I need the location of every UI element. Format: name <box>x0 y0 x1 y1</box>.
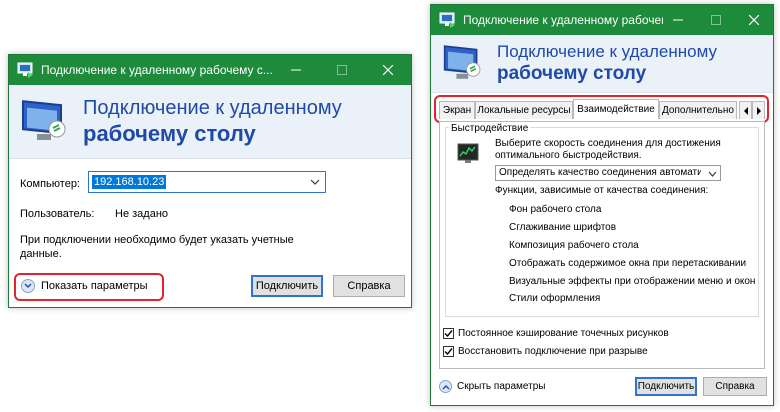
performance-group-label: Быстродействие <box>449 123 531 134</box>
help-button[interactable]: Справка <box>703 377 767 396</box>
window-title: Подключение к удаленному рабочему с... <box>463 13 663 27</box>
performance-monitor-icon <box>457 143 479 168</box>
connect-button[interactable]: Подключить <box>635 377 697 396</box>
chevron-up-circle-icon[interactable] <box>439 380 452 393</box>
header-title-line1: Подключение к удаленному <box>497 41 717 61</box>
feature-item: Сглаживание шрифтов <box>509 222 617 233</box>
reconnect-label[interactable]: Восстановить подключение при разрыве <box>458 346 648 357</box>
computer-input[interactable]: 192.168.10.23 <box>92 175 167 189</box>
title-bar[interactable]: Подключение к удаленному рабочему с... <box>9 55 411 85</box>
rdp-app-icon <box>17 62 35 78</box>
credentials-note: При подключении необходимо будет указать… <box>20 234 294 260</box>
speed-description: Выберите скорость соединения для достиже… <box>495 138 721 161</box>
hide-options-label[interactable]: Скрыть параметры <box>457 381 545 392</box>
computer-combobox[interactable]: 192.168.10.23 <box>88 171 326 193</box>
hide-options-toggle[interactable]: Скрыть параметры <box>439 380 545 393</box>
connect-button[interactable]: Подключить <box>251 275 323 297</box>
persistent-cache-checkbox[interactable] <box>443 328 454 339</box>
feature-item: Отображать содержимое окна при перетаски… <box>509 258 747 269</box>
title-bar[interactable]: Подключение к удаленному рабочему с... <box>431 5 773 35</box>
dialog-header: Подключение к удаленному рабочему столу <box>9 85 411 159</box>
feature-item: Визуальные эффекты при отображении меню … <box>509 276 756 287</box>
maximize-button[interactable] <box>697 5 735 35</box>
connection-speed-value[interactable]: Определять качество соединения автоматич… <box>499 167 701 178</box>
persistent-cache-label[interactable]: Постоянное кэширование точечных рисунков <box>458 328 669 339</box>
header-title-line2: рабочему столу <box>83 120 256 146</box>
feature-item: Композиция рабочего стола <box>509 240 639 251</box>
close-button[interactable] <box>735 5 773 35</box>
chevron-down-circle-icon[interactable] <box>21 279 35 293</box>
feature-item: Фон рабочего стола <box>509 204 602 215</box>
user-value: Не задано <box>115 208 169 220</box>
user-label: Пользователь: <box>20 208 95 220</box>
computer-label: Компьютер: <box>20 178 80 190</box>
minimize-button[interactable] <box>659 5 697 35</box>
minimize-button[interactable] <box>273 55 319 85</box>
features-label: Функции, зависимые от качества соединени… <box>495 185 709 196</box>
help-button[interactable]: Справка <box>333 275 405 297</box>
reconnect-checkbox[interactable] <box>443 346 454 357</box>
show-options-toggle[interactable]: Показать параметры <box>21 279 148 293</box>
header-title-line1: Подключение к удаленному <box>83 96 342 119</box>
rdp-window-compact: Подключение к удаленному рабочему с... П… <box>8 54 412 308</box>
dialog-header: Подключение к удаленному рабочему столу <box>431 35 773 93</box>
connection-speed-select[interactable]: Определять качество соединения автоматич… <box>495 165 721 181</box>
close-button[interactable] <box>365 55 411 85</box>
show-options-label[interactable]: Показать параметры <box>41 280 148 292</box>
rdp-window-expanded: Подключение к удаленному рабочему с... П… <box>430 4 774 406</box>
rdp-app-icon <box>439 12 457 28</box>
maximize-button[interactable] <box>319 55 365 85</box>
monitor-icon <box>443 42 485 85</box>
chevron-down-icon[interactable] <box>708 169 717 180</box>
monitor-icon <box>21 97 71 146</box>
window-title: Подключение к удаленному рабочему с... <box>41 63 273 77</box>
tabs-highlight <box>434 95 769 123</box>
feature-item: Стили оформления <box>509 293 601 304</box>
chevron-down-icon[interactable] <box>310 177 320 190</box>
header-title-line2: рабочему столу <box>497 62 647 84</box>
